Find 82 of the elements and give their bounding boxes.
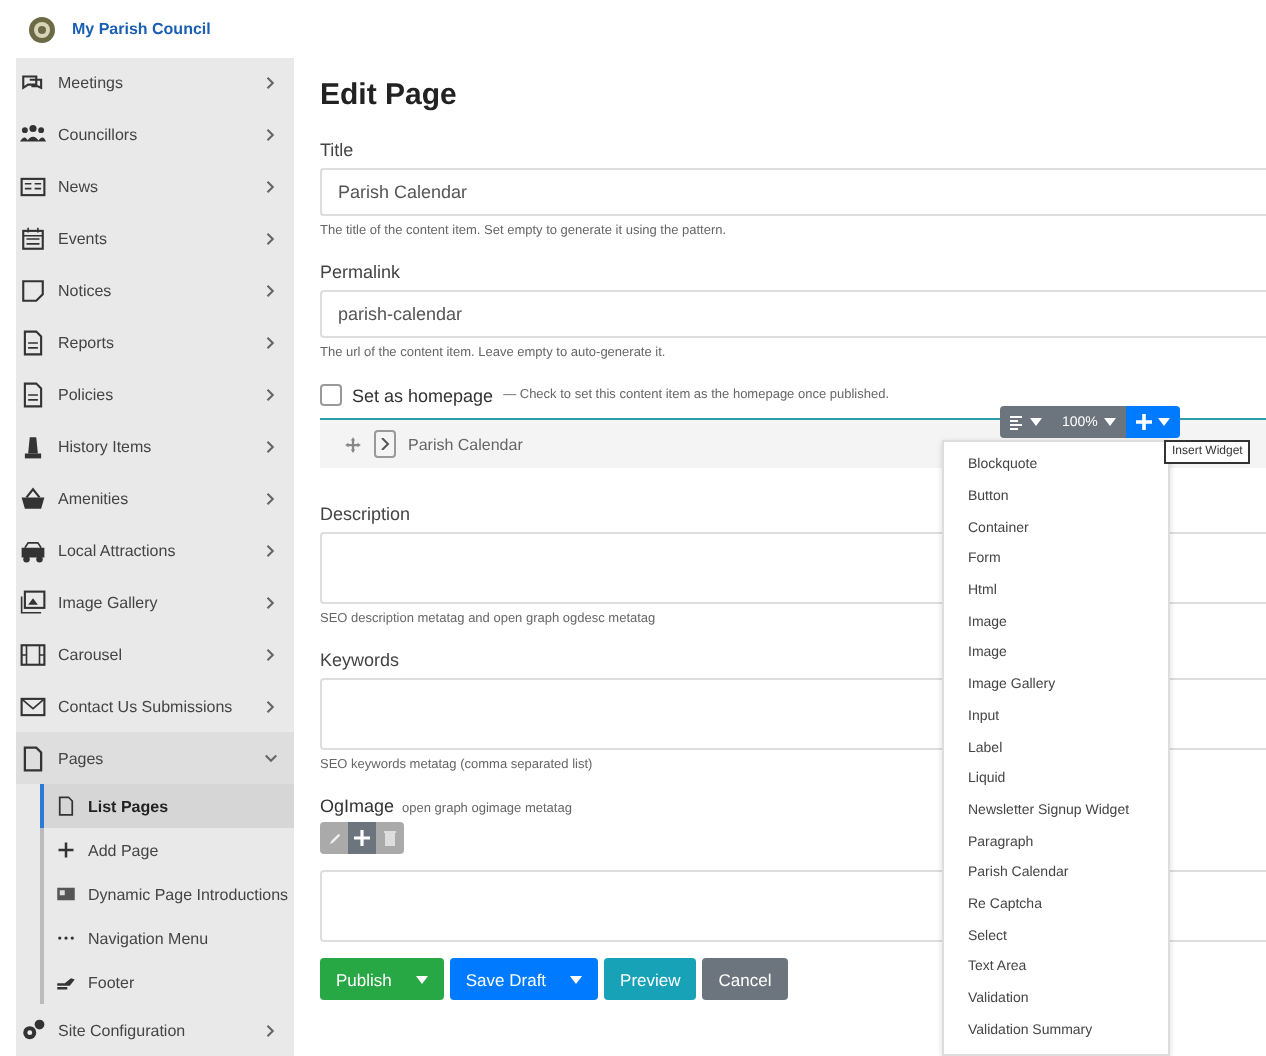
chevron-icon [264,284,278,299]
sidebar-item[interactable]: Notices [16,265,294,318]
chevron-icon [264,543,278,558]
newspaper-icon [20,174,46,201]
chevron-icon [264,76,278,91]
plus-icon [56,840,76,861]
envelope-icon [20,693,46,720]
image-gallery-icon [20,589,46,616]
plus-icon [354,830,370,846]
calendar-icon [20,226,46,253]
sidebar-subitem[interactable]: Navigation Menu [44,916,294,961]
field-label: Keywords [320,650,400,670]
id-card-icon [56,884,76,905]
sidebar-item[interactable]: Image Gallery [16,576,294,629]
chevron-icon [264,595,278,610]
permalink-field[interactable]: parish-calendar [320,290,1266,338]
action-button[interactable]: Cancel [702,958,788,1000]
chevron-icon [264,751,278,766]
document-icon [20,330,46,357]
pencil-icon [327,831,341,845]
field-label: Permalink [320,262,401,282]
sidebar-item[interactable]: Reports [16,317,294,370]
align-icon [1010,415,1024,429]
sidebar-item[interactable]: Amenities [16,473,294,525]
page-icon [56,796,76,817]
page-heading: Edit Page [320,78,459,112]
sidebar-item[interactable]: Councillors [16,109,294,162]
sidebar-item[interactable]: History Items [16,421,294,473]
caret-icon [1103,418,1116,426]
chevron-icon [264,232,278,247]
sidebar-item[interactable]: Meetings [16,58,294,110]
sidebar-subitem[interactable]: Add Page [44,828,294,873]
chevron-icon [264,491,278,506]
caret-icon [1030,418,1042,426]
sidebar-subitem[interactable]: Footer [44,960,294,1005]
sidebar-item[interactable]: Contact Us Submissions [16,680,294,733]
site-title[interactable]: My Parish Council [72,20,211,38]
expand-button[interactable] [374,430,396,458]
chevron-icon [264,1023,278,1038]
tower-icon [20,434,46,461]
sidebar-item[interactable]: Local Attractions [16,524,294,577]
chevron-icon [264,699,278,714]
plus-icon [1135,414,1152,430]
title-field[interactable]: Parish Calendar [320,168,1266,216]
chevron-icon [380,438,390,450]
sidebar-item[interactable]: Pages [16,732,294,785]
field-label: OgImage [320,796,395,816]
caret-icon [415,975,428,983]
sidebar-item[interactable]: Events [16,213,294,266]
basket-icon [20,485,46,512]
chevron-icon [264,336,278,351]
chevron-icon [264,128,278,143]
sidebar-item[interactable]: Policies [16,369,294,422]
chevron-icon [264,647,278,662]
homepage-checkbox[interactable] [320,384,342,406]
sidebar-item[interactable]: News [16,161,294,214]
split-button[interactable]: Save Draft [449,958,599,1000]
sidebar-item[interactable]: Carousel [16,628,294,681]
page-icon [20,745,46,772]
sidebar-subitem[interactable]: List Pages [40,784,294,829]
sidebar-item[interactable]: Site Configuration [16,1004,294,1056]
sidebar-subitem[interactable]: Dynamic Page Introductions [44,872,294,917]
move-icon[interactable] [344,435,362,453]
chevron-icon [264,388,278,403]
checkbox-label: Set as homepage [352,385,494,405]
caret-icon [570,975,583,983]
emblem-icon [28,15,56,43]
align-button[interactable] [1000,406,1052,438]
chevron-icon [264,180,278,195]
vehicle-icon [20,537,46,564]
insert-widget-button[interactable] [1125,406,1180,438]
film-icon [20,641,46,668]
trash-icon [384,830,396,846]
chevron-icon [264,440,278,455]
add-button[interactable] [348,822,376,854]
document-icon [20,382,46,409]
caret-icon [1157,418,1170,426]
edit-button[interactable] [320,822,348,854]
widget-title: Parish Calendar [408,435,523,453]
field-label: Description [320,504,411,524]
note-icon [20,278,46,305]
field-label: Title [320,140,354,160]
